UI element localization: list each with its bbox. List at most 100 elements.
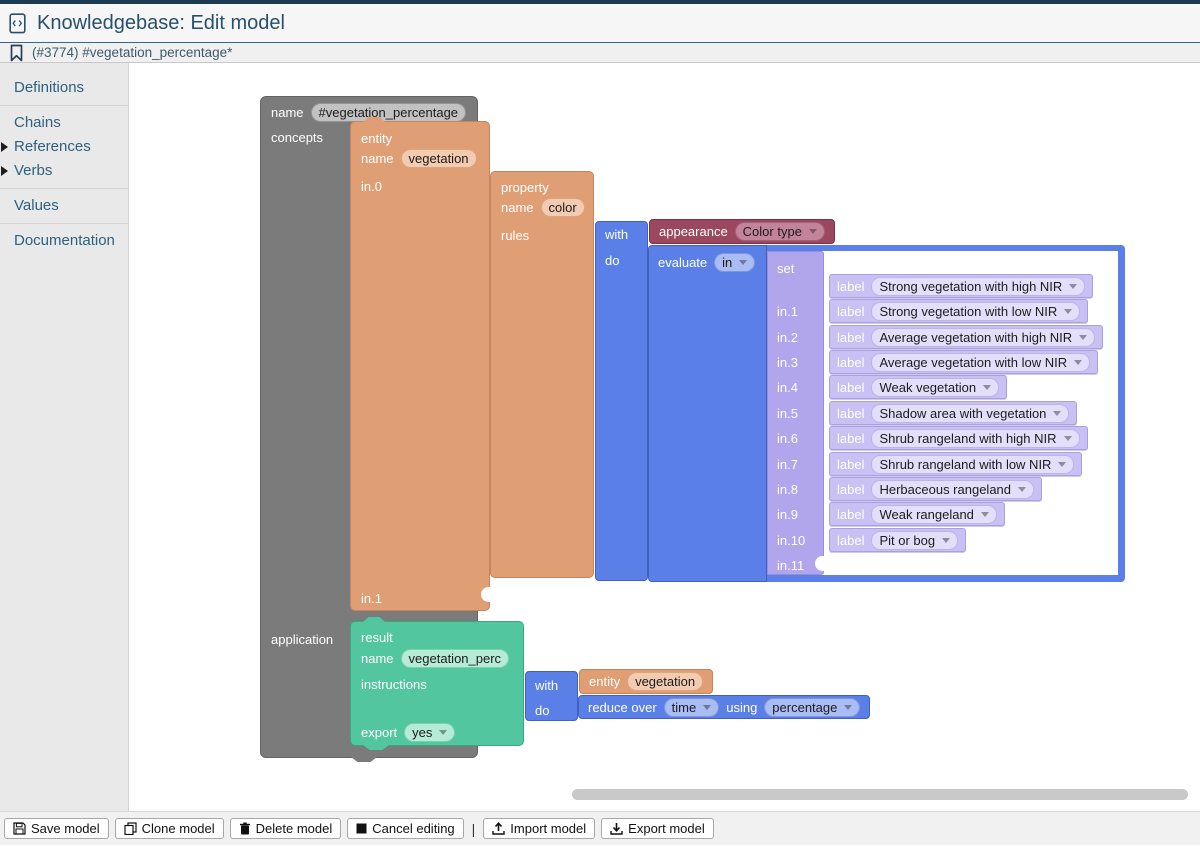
label-block[interactable]: label Herbaceous rangeland [829, 477, 1042, 501]
dropdown-value: Strong vegetation with low NIR [879, 304, 1057, 319]
block-type-label: property [501, 180, 549, 195]
dropdown-value: Shadow area with vegetation [879, 406, 1046, 421]
reduce-over-label: reduce over [588, 700, 657, 715]
horizontal-scrollbar[interactable] [572, 789, 1188, 800]
dropdown-arrow-icon [1074, 360, 1082, 365]
concepts-input-label: concepts [271, 130, 323, 145]
sidebar-item-verbs[interactable]: Verbs [0, 159, 128, 183]
sidebar-item-chains[interactable]: Chains [0, 111, 128, 135]
dropdown-value: Weak rangeland [879, 507, 973, 522]
input-label-rules: rules [501, 228, 529, 243]
label-dropdown[interactable]: Weak vegetation [871, 378, 999, 397]
entity-ref-field[interactable]: vegetation [627, 672, 703, 691]
sidebar-item-label: References [14, 138, 91, 155]
label-block[interactable]: labelWeak vegetation [829, 375, 1007, 399]
cancel-editing-button[interactable]: Cancel editing [347, 818, 463, 839]
label-dropdown[interactable]: Weak rangeland [871, 505, 996, 524]
label-dropdown[interactable]: Average vegetation with low NIR [871, 353, 1090, 372]
reduce-method-dropdown[interactable]: percentage [764, 698, 860, 717]
evaluate-frame [1118, 245, 1125, 582]
evaluate-block-body[interactable]: evaluate in [648, 245, 767, 582]
sidebar-item-label: Documentation [14, 232, 115, 249]
label-block[interactable]: labelAverage vegetation with high NIR [829, 325, 1103, 349]
dropdown-arrow-icon [809, 229, 817, 234]
evaluate-block[interactable]: evaluate in set in.1 in.2 in.3 in.4 [648, 245, 1125, 582]
with-do-block[interactable]: with do [595, 221, 648, 581]
sidebar-item-references[interactable]: References [0, 135, 128, 159]
with-do-block[interactable]: with do [525, 671, 578, 721]
property-block[interactable]: property name color rules [490, 171, 594, 578]
application-input-label: application [271, 632, 333, 647]
block-type-label: result [361, 630, 393, 645]
save-model-button[interactable]: Save model [4, 818, 109, 839]
sidebar-item-values[interactable]: Values [0, 194, 128, 218]
input-label: in.1 [777, 304, 798, 319]
dropdown-value: Pit or bog [879, 533, 935, 548]
appearance-block[interactable]: appearance Color type [649, 219, 835, 244]
reduce-block[interactable]: reduce over time using percentage [578, 695, 870, 719]
dropdown-value: Average vegetation with low NIR [879, 355, 1067, 370]
set-block[interactable]: set in.1 in.2 in.3 in.4 in.5 in.6 in.7 i… [767, 251, 824, 575]
label-block[interactable]: labelStrong vegetation with high NIR [829, 274, 1093, 298]
label-block[interactable]: labelWeak rangeland [829, 502, 1005, 526]
download-icon [610, 822, 623, 835]
delete-model-button[interactable]: Delete model [230, 818, 342, 839]
label-dropdown[interactable]: Strong vegetation with low NIR [871, 302, 1080, 321]
appearance-type-dropdown[interactable]: Color type [735, 222, 825, 241]
label-block[interactable]: labelShrub rangeland with low NIR [829, 452, 1082, 476]
label-block[interactable]: labelStrong vegetation with low NIR [829, 299, 1088, 323]
dropdown-value: Shrub rangeland with low NIR [879, 457, 1051, 472]
dropdown-arrow-icon [1069, 284, 1077, 289]
label-block[interactable]: label Average vegetation with low NIR [829, 350, 1098, 374]
entity-name-field[interactable]: vegetation [401, 149, 477, 168]
dropdown-arrow-icon [739, 260, 747, 265]
dropdown-value: time [672, 700, 697, 715]
property-name-field[interactable]: color [541, 198, 585, 217]
input-label: in.7 [777, 457, 798, 472]
reduce-dimension-dropdown[interactable]: time [664, 698, 720, 717]
dropdown-arrow-icon [844, 705, 852, 710]
export-dropdown[interactable]: yes [404, 723, 455, 742]
export-model-button[interactable]: Export model [601, 818, 714, 839]
empty-socket[interactable] [815, 556, 824, 571]
evaluate-operator-dropdown[interactable]: in [714, 253, 755, 272]
label-dropdown[interactable]: Shrub rangeland with low NIR [871, 455, 1074, 474]
model-name-field[interactable]: #vegetation_percentage [311, 103, 467, 122]
entity-reference-block[interactable]: entity vegetation [579, 669, 713, 694]
dropdown-value: Average vegetation with high NIR [879, 330, 1072, 345]
import-model-button[interactable]: Import model [483, 818, 595, 839]
label-dropdown[interactable]: Average vegetation with high NIR [871, 328, 1095, 347]
trash-icon [239, 822, 251, 835]
blockly-workspace[interactable]: name #vegetation_percentage concepts app… [129, 63, 1200, 811]
input-label-in0: in.0 [361, 179, 382, 194]
sidebar-item-definitions[interactable]: Definitions [0, 76, 128, 100]
sidebar-divider [0, 105, 128, 106]
label-block[interactable]: labelShrub rangeland with high NIR [829, 426, 1088, 450]
upload-icon [492, 822, 505, 835]
label-dropdown[interactable]: Herbaceous rangeland [871, 480, 1034, 499]
label-dropdown[interactable]: Strong vegetation with high NIR [871, 277, 1085, 296]
empty-socket[interactable] [481, 587, 490, 602]
expand-arrow-icon[interactable] [1, 142, 8, 152]
field-label: name [361, 151, 394, 166]
button-label: Import model [510, 821, 586, 836]
expand-arrow-icon[interactable] [1, 166, 8, 176]
label-dropdown[interactable]: Shadow area with vegetation [871, 404, 1069, 423]
sidebar-item-documentation[interactable]: Documentation [0, 229, 128, 253]
field-label: label [837, 482, 864, 497]
field-label: label [837, 355, 864, 370]
result-name-field[interactable]: vegetation_perc [401, 649, 510, 668]
label-dropdown[interactable]: Pit or bog [871, 531, 958, 550]
model-breadcrumb-bar: (#3774) #vegetation_percentage* [0, 43, 1200, 63]
dropdown-arrow-icon [1018, 487, 1026, 492]
label-block[interactable]: labelShadow area with vegetation [829, 401, 1077, 425]
sidebar-item-label: Verbs [14, 162, 52, 179]
entity-block[interactable]: entity name vegetation in.0 in.1 [350, 121, 490, 611]
stop-square-icon [356, 823, 367, 834]
dropdown-arrow-icon [942, 538, 950, 543]
label-dropdown[interactable]: Shrub rangeland with high NIR [871, 429, 1079, 448]
label-block[interactable]: labelPit or bog [829, 528, 966, 552]
clone-model-button[interactable]: Clone model [115, 818, 224, 839]
result-block[interactable]: result name vegetation_perc instructions… [350, 621, 524, 746]
input-label: in.6 [777, 431, 798, 446]
